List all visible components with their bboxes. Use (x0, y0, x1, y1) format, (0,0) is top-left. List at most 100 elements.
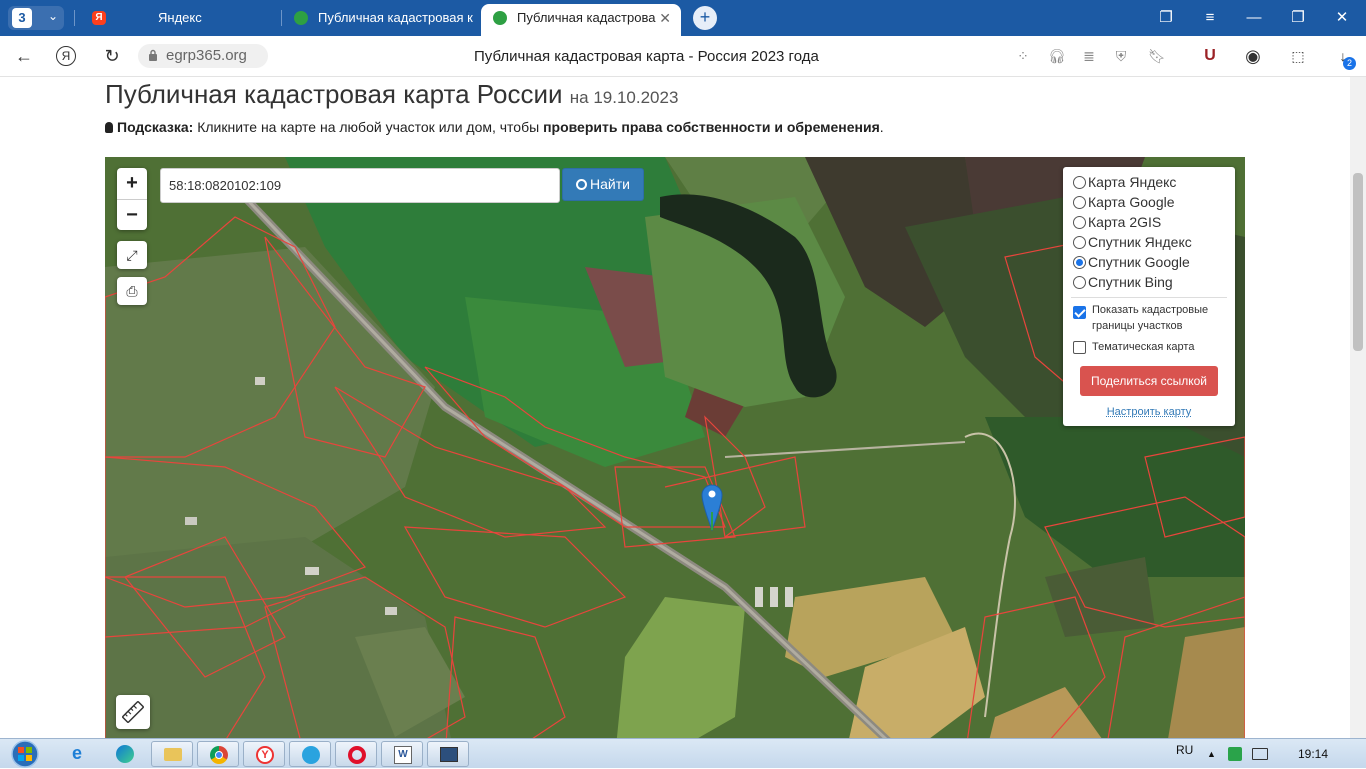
page-content: Публичная кадастровая карта России на 19… (0, 77, 1350, 738)
panel-divider (1071, 297, 1227, 298)
url-text: egrp365.org (166, 47, 247, 64)
yandex-logo-icon[interactable]: Я (56, 46, 76, 66)
browser-tabbar: 3 ⌄ Я Яндекс Публичная кадастровая к Пуб… (0, 0, 1366, 36)
yandex-icon: Я (92, 11, 106, 25)
radio-button[interactable] (1073, 176, 1086, 189)
tab-yandex[interactable]: Я Яндекс (80, 4, 280, 36)
close-window-icon[interactable]: ✕ (1330, 6, 1354, 30)
show-cadastral-checkbox[interactable] (1073, 306, 1086, 319)
start-button[interactable] (6, 739, 44, 769)
measure-button[interactable] (116, 695, 150, 729)
hint-bold: проверить права собственности и обремене… (543, 119, 880, 135)
layer-2gis-map[interactable]: Карта 2GIS (1073, 212, 1161, 232)
page-heading: Публичная кадастровая карта России на 19… (105, 79, 678, 110)
layer-bing-satellite[interactable]: Спутник Bing (1073, 272, 1173, 292)
layer-google-map[interactable]: Карта Google (1073, 192, 1175, 212)
new-tab-button[interactable]: + (693, 6, 717, 30)
explorer-taskbar-icon[interactable] (151, 741, 193, 767)
layer-label: Спутник Bing (1088, 274, 1173, 290)
edge-taskbar-icon[interactable] (104, 741, 146, 767)
radio-button[interactable] (1073, 196, 1086, 209)
find-button-label: Найти (590, 176, 630, 192)
url-field[interactable]: egrp365.org (138, 44, 268, 68)
bookmark-icon[interactable]: 🔖︎ (1147, 46, 1167, 66)
back-icon[interactable]: ← (12, 44, 36, 68)
print-button[interactable]: ⎙ (117, 277, 147, 305)
ie-taskbar-icon[interactable]: e (60, 741, 102, 767)
radio-button[interactable] (1073, 236, 1086, 249)
share-link-button[interactable]: Поделиться ссылкой (1080, 366, 1218, 396)
minimize-icon[interactable]: — (1242, 6, 1266, 30)
fullscreen-button[interactable]: ⤢ (117, 241, 147, 269)
telegram-taskbar-icon[interactable] (289, 741, 331, 767)
find-button[interactable]: Найти (562, 168, 644, 201)
windows-taskbar: e Y W RU ▲ 19:14 (0, 738, 1366, 768)
tray-expand-icon[interactable]: ▲ (1207, 739, 1216, 769)
radio-button[interactable] (1073, 216, 1086, 229)
tab-label: Публичная кадастрова (517, 10, 656, 25)
yandex-apps-icon[interactable]: ⬚ (1288, 46, 1308, 66)
hint: Подсказка: Кликните на карте на любой уч… (105, 119, 884, 135)
lock-icon (149, 49, 157, 61)
location-marker-icon[interactable] (700, 482, 724, 532)
address-bar: ← Я ↻ egrp365.org Публичная кадастровая … (0, 36, 1366, 77)
thematic-map-checkbox[interactable] (1073, 341, 1086, 354)
tab-cadastral-1[interactable]: Публичная кадастровая к (282, 4, 478, 36)
printer-icon: ⎙ (126, 283, 138, 299)
hint-label: Подсказка: (117, 119, 194, 135)
zoom-control: + − (117, 168, 147, 230)
tab-cadastral-2[interactable]: Публичная кадастрова ✕ (481, 4, 681, 36)
extensions-icon[interactable]: ⁘ (1013, 46, 1033, 66)
protect-icon[interactable]: ⛨ (1111, 46, 1131, 66)
network-icon[interactable] (1252, 748, 1268, 760)
show-cadastral-label: Показать кадастровые границы участков (1092, 304, 1209, 332)
app-taskbar-icon[interactable] (427, 741, 469, 767)
check-circle-icon (493, 11, 507, 25)
page-scrollbar[interactable] (1350, 77, 1366, 738)
close-tab-icon[interactable]: ✕ (659, 4, 671, 32)
heading-date: на 19.10.2023 (569, 88, 679, 107)
satellite-map[interactable]: + − ⤢ ⎙ Найти Карта Яндекс Карта Google … (105, 157, 1245, 738)
configure-map-link[interactable]: Настроить карту (1063, 406, 1235, 418)
opera-taskbar-icon[interactable] (335, 741, 377, 767)
chrome-taskbar-icon[interactable] (197, 741, 239, 767)
layer-label: Карта 2GIS (1088, 214, 1162, 230)
language-indicator[interactable]: RU (1176, 735, 1193, 765)
scrollbar-thumb[interactable] (1353, 173, 1363, 351)
collections-icon[interactable]: ❐ (1154, 6, 1178, 30)
menu-icon[interactable]: ≡ (1198, 6, 1222, 30)
cadastral-search-input[interactable] (160, 168, 560, 203)
zoom-in-button[interactable]: + (117, 168, 147, 199)
reload-icon[interactable]: ↻ (100, 44, 124, 68)
check-circle-icon (294, 11, 308, 25)
search-icon (576, 179, 588, 190)
alice-icon[interactable]: ◉ (1243, 46, 1263, 66)
thematic-map-label: Тематическая карта (1092, 341, 1195, 353)
ublock-icon[interactable]: U (1200, 46, 1220, 66)
layer-label: Спутник Яндекс (1088, 234, 1192, 250)
tray-app-icon[interactable] (1228, 747, 1242, 761)
hint-end: . (879, 119, 884, 135)
reader-icon[interactable]: ≣ (1079, 46, 1099, 66)
headphones-icon[interactable]: 🎧︎ (1047, 46, 1067, 66)
restore-icon[interactable]: ❐ (1286, 6, 1310, 30)
expand-icon: ⤢ (126, 247, 138, 263)
layer-google-satellite[interactable]: Спутник Google (1073, 252, 1190, 272)
tab-count-button[interactable]: 3 ⌄ (8, 6, 64, 30)
tab-divider (74, 10, 75, 26)
layer-yandex-map[interactable]: Карта Яндекс (1073, 172, 1176, 192)
yandex-browser-taskbar-icon[interactable]: Y (243, 741, 285, 767)
layer-label: Спутник Google (1088, 254, 1190, 270)
word-taskbar-icon[interactable]: W (381, 741, 423, 767)
layer-label: Карта Яндекс (1088, 174, 1177, 190)
clock[interactable]: 19:14 (1298, 739, 1328, 769)
zoom-out-button[interactable]: − (117, 199, 147, 230)
page-title: Публичная кадастровая карта - Россия 202… (474, 48, 819, 65)
radio-button-selected[interactable] (1073, 256, 1086, 269)
hint-text: Кликните на карте на любой участок или д… (197, 119, 540, 135)
downloads-badge: 2 (1343, 57, 1356, 70)
radio-button[interactable] (1073, 276, 1086, 289)
heading-text: Публичная кадастровая карта России (105, 79, 563, 109)
tab-label: Яндекс (158, 10, 202, 25)
layer-yandex-satellite[interactable]: Спутник Яндекс (1073, 232, 1192, 252)
